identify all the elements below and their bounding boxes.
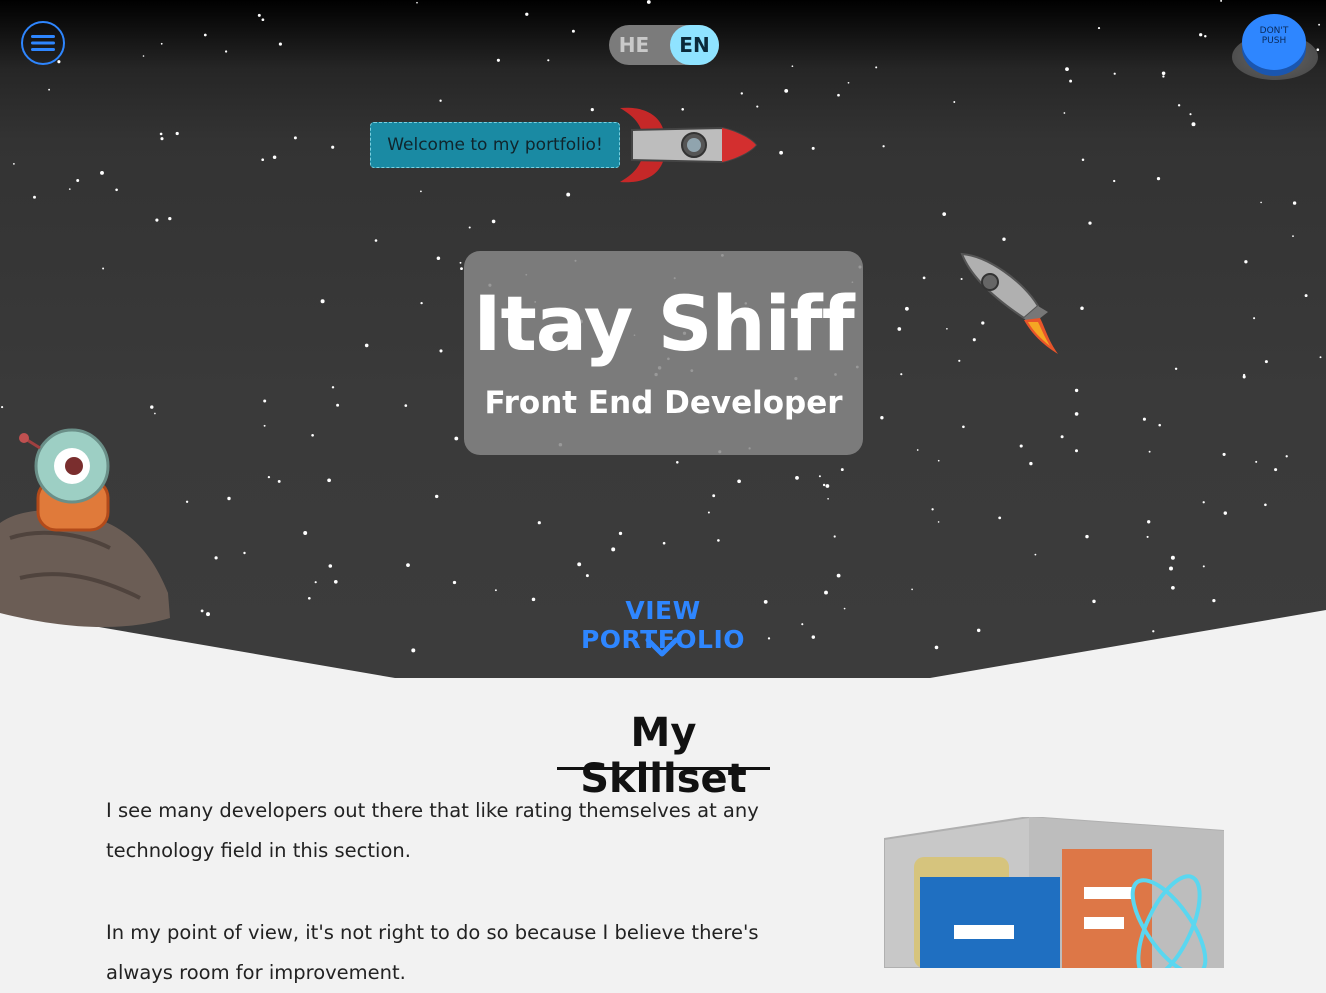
language-toggle[interactable]: HE EN <box>609 25 719 65</box>
rocket-icon <box>612 104 758 190</box>
welcome-banner: Welcome to my portfolio! <box>370 122 620 168</box>
language-option-he[interactable]: HE <box>609 25 659 65</box>
hero-name: Itay Shiff <box>473 279 855 368</box>
hero-name-card: Itay Shiff Front End Developer <box>464 251 863 455</box>
push-button-line1: DON'T <box>1259 26 1289 36</box>
menu-button[interactable] <box>21 21 65 65</box>
language-option-en[interactable]: EN <box>670 25 719 65</box>
skillset-title-underline <box>557 767 770 770</box>
push-button-label: DON'T PUSH <box>1242 26 1306 46</box>
skillset-paragraph-2: In my point of view, it's not right to d… <box>106 921 759 984</box>
dont-push-button[interactable]: DON'T PUSH <box>1232 14 1318 80</box>
skillset-paragraph-1: I see many developers out there that lik… <box>106 799 759 862</box>
chevron-down-icon[interactable] <box>638 626 686 670</box>
hero-role: Front End Developer <box>484 385 843 421</box>
hamburger-menu-icon <box>31 35 55 51</box>
push-button-line2: PUSH <box>1261 36 1287 46</box>
hero-section: Welcome to my portfolio! Itay Shiff Fron… <box>0 0 1326 678</box>
skillset-title: My Skillset <box>580 710 747 802</box>
alien-on-rock-illustration <box>0 428 175 637</box>
tech-cube-illustration <box>883 815 1225 980</box>
rocket-with-flame-icon <box>958 252 1062 362</box>
